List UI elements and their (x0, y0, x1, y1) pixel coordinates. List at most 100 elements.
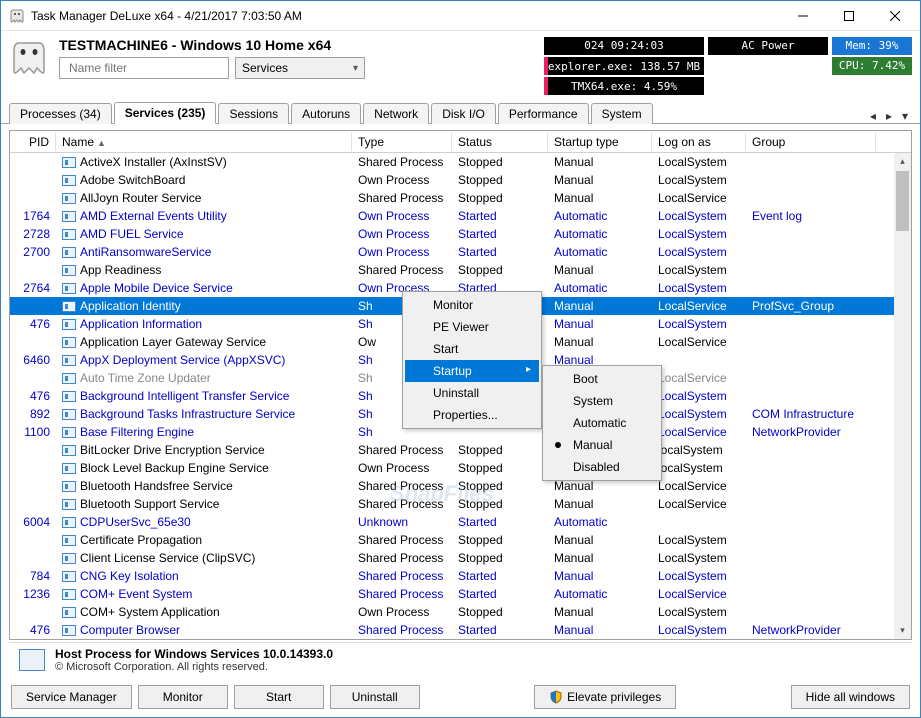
startup-boot[interactable]: Boot (545, 368, 659, 390)
service-icon (62, 319, 76, 330)
table-row[interactable]: Adobe SwitchBoardOwn ProcessStoppedManua… (10, 171, 911, 189)
service-icon (62, 535, 76, 546)
service-icon (62, 265, 76, 276)
power-box: AC Power (708, 37, 828, 55)
table-row[interactable]: 784CNG Key IsolationShared ProcessStarte… (10, 567, 911, 585)
status-subtitle: © Microsoft Corporation. All rights rese… (55, 661, 333, 673)
ctx-start[interactable]: Start (405, 338, 539, 360)
service-icon (62, 175, 76, 186)
window-title: Task Manager DeLuxe x64 - 4/21/2017 7:03… (31, 9, 780, 23)
scroll-thumb[interactable] (896, 171, 909, 231)
service-icon (62, 193, 76, 204)
startup-disabled[interactable]: Disabled (545, 456, 659, 478)
service-icon (62, 571, 76, 582)
cpu-box: CPU: 7.42% (832, 57, 912, 75)
scroll-up[interactable]: ▴ (894, 153, 911, 170)
app-icon (9, 8, 25, 24)
start-button[interactable]: Start (234, 685, 324, 709)
service-icon (62, 211, 76, 222)
tab-dropdown[interactable]: ▾ (898, 109, 912, 123)
column-pid[interactable]: PID (10, 133, 56, 151)
tab-network[interactable]: Network (363, 103, 429, 124)
service-icon (62, 607, 76, 618)
table-row[interactable]: 2700AntiRansomwareServiceOwn ProcessStar… (10, 243, 911, 261)
startup-automatic[interactable]: Automatic (545, 412, 659, 434)
status-title: Host Process for Windows Services 10.0.1… (55, 647, 333, 661)
table-row[interactable]: Bluetooth Handsfree ServiceShared Proces… (10, 477, 911, 495)
startup-manual[interactable]: Manual (545, 434, 659, 456)
elevate-button[interactable]: Elevate privileges (534, 685, 676, 709)
tab-next[interactable]: ▸ (882, 109, 896, 123)
column-startup-type[interactable]: Startup type (548, 133, 652, 151)
column-group[interactable]: Group (746, 133, 876, 151)
ctx-uninstall[interactable]: Uninstall (405, 382, 539, 404)
tab-autoruns[interactable]: Autoruns (291, 103, 361, 124)
table-row[interactable]: COM+ System ApplicationOwn ProcessStoppe… (10, 603, 911, 621)
service-icon (62, 355, 76, 366)
hide-all-button[interactable]: Hide all windows (791, 685, 910, 709)
service-icon (62, 337, 76, 348)
monitor-button[interactable]: Monitor (138, 685, 228, 709)
scroll-down[interactable]: ▾ (894, 622, 911, 639)
ctx-properties-[interactable]: Properties... (405, 404, 539, 426)
ghost-icon (9, 37, 49, 77)
column-type[interactable]: Type (352, 133, 452, 151)
uninstall-button[interactable]: Uninstall (330, 685, 420, 709)
tab-sessions[interactable]: Sessions (218, 103, 289, 124)
table-row[interactable]: ActiveX Installer (AxInstSV)Shared Proce… (10, 153, 911, 171)
uptime-box: 024 09:24:03 (544, 37, 704, 55)
service-icon (62, 445, 76, 456)
table-row[interactable]: Certificate PropagationShared ProcessSto… (10, 531, 911, 549)
service-icon (62, 229, 76, 240)
column-log-on-as[interactable]: Log on as (652, 133, 746, 151)
table-row[interactable]: 2728AMD FUEL ServiceOwn ProcessStartedAu… (10, 225, 911, 243)
service-icon (62, 517, 76, 528)
tab-disk-i-o[interactable]: Disk I/O (431, 103, 496, 124)
tab-system[interactable]: System (591, 103, 653, 124)
service-icon (62, 373, 76, 384)
filter-combo[interactable]: Services (235, 57, 365, 79)
maximize-button[interactable] (826, 1, 872, 31)
service-icon (62, 427, 76, 438)
service-icon (62, 391, 76, 402)
column-name[interactable]: Name▲ (56, 133, 352, 151)
service-icon (19, 649, 45, 671)
tab-prev[interactable]: ◂ (866, 109, 880, 123)
ctx-monitor[interactable]: Monitor (405, 294, 539, 316)
tab-processes-[interactable]: Processes (34) (9, 103, 112, 124)
table-row[interactable]: AllJoyn Router ServiceShared ProcessStop… (10, 189, 911, 207)
name-filter-input[interactable] (59, 57, 229, 79)
table-row[interactable]: 476Computer BrowserShared ProcessStarted… (10, 621, 911, 639)
table-row[interactable]: Bluetooth Support ServiceShared ProcessS… (10, 495, 911, 513)
service-icon (62, 499, 76, 510)
startup-submenu[interactable]: BootSystemAutomaticManualDisabled (542, 365, 662, 481)
table-row[interactable]: App ReadinessShared ProcessStoppedManual… (10, 261, 911, 279)
table-row[interactable]: Client License Service (ClipSVC)Shared P… (10, 549, 911, 567)
tab-nav: ◂ ▸ ▾ (866, 109, 912, 123)
tab-performance[interactable]: Performance (498, 103, 589, 124)
tab-strip: Processes (34)Services (235)SessionsAuto… (1, 101, 920, 124)
scrollbar[interactable]: ▴ ▾ (894, 153, 911, 639)
table-row[interactable]: 1764AMD External Events UtilityOwn Proce… (10, 207, 911, 225)
table-row[interactable]: BitLocker Drive Encryption ServiceShared… (10, 441, 911, 459)
ctx-startup[interactable]: Startup (405, 360, 539, 382)
table-row[interactable]: 1236COM+ Event SystemShared ProcessStart… (10, 585, 911, 603)
table-row[interactable]: 6004CDPUserSvc_65e30UnknownStartedAutoma… (10, 513, 911, 531)
service-icon (62, 247, 76, 258)
column-status[interactable]: Status (452, 133, 548, 151)
service-icon (62, 301, 76, 312)
tab-services-[interactable]: Services (235) (114, 102, 217, 124)
context-menu[interactable]: MonitorPE ViewerStartStartupUninstallPro… (402, 291, 542, 429)
search-icon (64, 61, 65, 75)
mem-box: Mem: 39% (832, 37, 912, 55)
close-button[interactable] (872, 1, 918, 31)
minimize-button[interactable] (780, 1, 826, 31)
startup-system[interactable]: System (545, 390, 659, 412)
service-icon (62, 481, 76, 492)
status-bar: Host Process for Windows Services 10.0.1… (9, 642, 912, 677)
table-row[interactable]: Block Level Backup Engine ServiceOwn Pro… (10, 459, 911, 477)
service-manager-button[interactable]: Service Manager (11, 685, 132, 709)
service-icon (62, 283, 76, 294)
ctx-pe-viewer[interactable]: PE Viewer (405, 316, 539, 338)
service-icon (62, 409, 76, 420)
